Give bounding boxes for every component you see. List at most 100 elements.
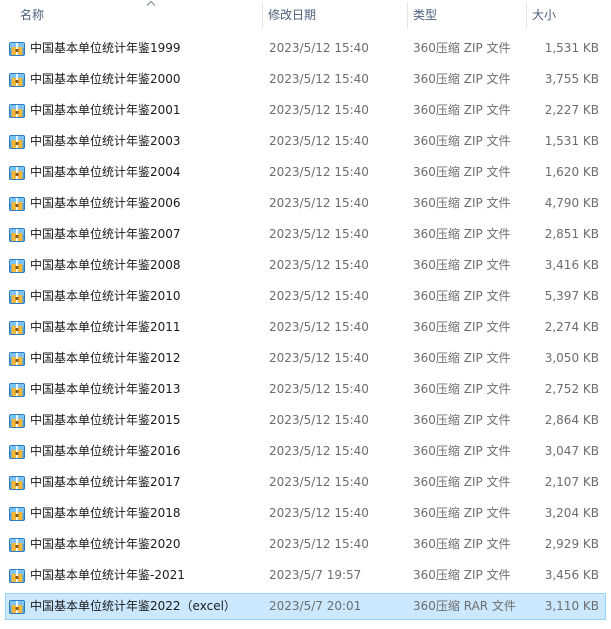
file-size: 3,456 KB — [544, 568, 599, 582]
column-header-size-label: 大小 — [532, 8, 557, 22]
file-row[interactable]: 中国基本单位统计年鉴2008 2023/5/12 15:40 360压缩 ZIP… — [5, 252, 606, 279]
file-type: 360压缩 ZIP 文件 — [413, 103, 511, 117]
file-name: 中国基本单位统计年鉴2001 — [30, 103, 181, 117]
file-row[interactable]: 中国基本单位统计年鉴2000 2023/5/12 15:40 360压缩 ZIP… — [5, 66, 606, 93]
file-type: 360压缩 ZIP 文件 — [413, 165, 511, 179]
file-modified-date: 2023/5/12 15:40 — [269, 475, 369, 489]
zip-archive-icon — [9, 228, 25, 242]
file-name: 中国基本单位统计年鉴2015 — [30, 413, 181, 427]
column-header-name[interactable]: 名称 — [15, 0, 262, 31]
file-row[interactable]: 中国基本单位统计年鉴2006 2023/5/12 15:40 360压缩 ZIP… — [5, 190, 606, 217]
file-modified-date: 2023/5/12 15:40 — [269, 72, 369, 86]
file-type: 360压缩 ZIP 文件 — [413, 289, 511, 303]
file-modified-date: 2023/5/12 15:40 — [269, 227, 369, 241]
file-row[interactable]: 中国基本单位统计年鉴2001 2023/5/12 15:40 360压缩 ZIP… — [5, 97, 606, 124]
file-type: 360压缩 ZIP 文件 — [413, 537, 511, 551]
column-header-type[interactable]: 类型 — [408, 0, 526, 31]
file-row[interactable]: 中国基本单位统计年鉴2004 2023/5/12 15:40 360压缩 ZIP… — [5, 159, 606, 186]
file-size: 3,047 KB — [544, 444, 599, 458]
file-name: 中国基本单位统计年鉴2003 — [30, 134, 181, 148]
file-name: 中国基本单位统计年鉴2012 — [30, 351, 181, 365]
file-size: 3,416 KB — [544, 258, 599, 272]
file-row[interactable]: 中国基本单位统计年鉴2017 2023/5/12 15:40 360压缩 ZIP… — [5, 469, 606, 496]
zip-archive-icon — [9, 600, 25, 614]
file-modified-date: 2023/5/12 15:40 — [269, 382, 369, 396]
file-type: 360压缩 ZIP 文件 — [413, 475, 511, 489]
file-type: 360压缩 ZIP 文件 — [413, 444, 511, 458]
file-row[interactable]: 中国基本单位统计年鉴2015 2023/5/12 15:40 360压缩 ZIP… — [5, 407, 606, 434]
file-size: 3,050 KB — [544, 351, 599, 365]
file-type: 360压缩 ZIP 文件 — [413, 506, 511, 520]
zip-archive-icon — [9, 73, 25, 87]
file-size: 2,274 KB — [544, 320, 599, 334]
file-name: 中国基本单位统计年鉴-2021 — [30, 568, 185, 582]
file-type: 360压缩 ZIP 文件 — [413, 382, 511, 396]
file-name: 中国基本单位统计年鉴1999 — [30, 41, 181, 55]
file-type: 360压缩 ZIP 文件 — [413, 196, 511, 210]
file-type: 360压缩 ZIP 文件 — [413, 134, 511, 148]
zip-archive-icon — [9, 197, 25, 211]
file-name: 中国基本单位统计年鉴2017 — [30, 475, 181, 489]
file-name: 中国基本单位统计年鉴2022（excel） — [30, 599, 236, 613]
column-header-date-label: 修改日期 — [268, 8, 317, 22]
file-size: 2,752 KB — [544, 382, 599, 396]
zip-archive-icon — [9, 507, 25, 521]
file-modified-date: 2023/5/12 15:40 — [269, 506, 369, 520]
zip-archive-icon — [9, 321, 25, 335]
file-row[interactable]: 中国基本单位统计年鉴2003 2023/5/12 15:40 360压缩 ZIP… — [5, 128, 606, 155]
file-modified-date: 2023/5/12 15:40 — [269, 351, 369, 365]
file-size: 2,929 KB — [544, 537, 599, 551]
file-size: 2,107 KB — [544, 475, 599, 489]
file-modified-date: 2023/5/12 15:40 — [269, 444, 369, 458]
file-name: 中国基本单位统计年鉴2010 — [30, 289, 181, 303]
zip-archive-icon — [9, 166, 25, 180]
file-row[interactable]: 中国基本单位统计年鉴2010 2023/5/12 15:40 360压缩 ZIP… — [5, 283, 606, 310]
file-row[interactable]: 中国基本单位统计年鉴-2021 2023/5/7 19:57 360压缩 ZIP… — [5, 562, 606, 589]
file-type: 360压缩 ZIP 文件 — [413, 351, 511, 365]
file-row[interactable]: 中国基本单位统计年鉴2011 2023/5/12 15:40 360压缩 ZIP… — [5, 314, 606, 341]
file-size: 4,790 KB — [544, 196, 599, 210]
zip-archive-icon — [9, 538, 25, 552]
file-row[interactable]: 中国基本单位统计年鉴2022（excel） 2023/5/7 20:01 360… — [5, 593, 606, 620]
column-header-name-label: 名称 — [20, 8, 45, 22]
file-name: 中国基本单位统计年鉴2006 — [30, 196, 181, 210]
file-name: 中国基本单位统计年鉴2007 — [30, 227, 181, 241]
column-header: 名称 修改日期 类型 大小 — [0, 0, 611, 31]
zip-archive-icon — [9, 42, 25, 56]
zip-archive-icon — [9, 383, 25, 397]
file-name: 中国基本单位统计年鉴2020 — [30, 537, 181, 551]
zip-archive-icon — [9, 259, 25, 273]
file-size: 1,620 KB — [544, 165, 599, 179]
file-type: 360压缩 RAR 文件 — [413, 599, 516, 613]
zip-archive-icon — [9, 569, 25, 583]
file-row[interactable]: 中国基本单位统计年鉴2020 2023/5/12 15:40 360压缩 ZIP… — [5, 531, 606, 558]
file-type: 360压缩 ZIP 文件 — [413, 258, 511, 272]
file-name: 中国基本单位统计年鉴2016 — [30, 444, 181, 458]
column-header-type-label: 类型 — [413, 8, 438, 22]
file-name: 中国基本单位统计年鉴2000 — [30, 72, 181, 86]
file-row[interactable]: 中国基本单位统计年鉴2012 2023/5/12 15:40 360压缩 ZIP… — [5, 345, 606, 372]
zip-archive-icon — [9, 445, 25, 459]
file-row[interactable]: 中国基本单位统计年鉴1999 2023/5/12 15:40 360压缩 ZIP… — [5, 35, 606, 62]
file-size: 3,755 KB — [544, 72, 599, 86]
column-header-size[interactable]: 大小 — [527, 0, 611, 31]
file-name: 中国基本单位统计年鉴2004 — [30, 165, 181, 179]
file-size: 5,397 KB — [544, 289, 599, 303]
file-modified-date: 2023/5/12 15:40 — [269, 196, 369, 210]
zip-archive-icon — [9, 476, 25, 490]
file-row[interactable]: 中国基本单位统计年鉴2018 2023/5/12 15:40 360压缩 ZIP… — [5, 500, 606, 527]
file-modified-date: 2023/5/12 15:40 — [269, 413, 369, 427]
file-modified-date: 2023/5/7 20:01 — [269, 599, 362, 613]
file-size: 1,531 KB — [544, 41, 599, 55]
file-modified-date: 2023/5/12 15:40 — [269, 41, 369, 55]
zip-archive-icon — [9, 352, 25, 366]
file-modified-date: 2023/5/12 15:40 — [269, 289, 369, 303]
file-type: 360压缩 ZIP 文件 — [413, 72, 511, 86]
file-row[interactable]: 中国基本单位统计年鉴2013 2023/5/12 15:40 360压缩 ZIP… — [5, 376, 606, 403]
file-modified-date: 2023/5/12 15:40 — [269, 165, 369, 179]
file-name: 中国基本单位统计年鉴2008 — [30, 258, 181, 272]
file-row[interactable]: 中国基本单位统计年鉴2016 2023/5/12 15:40 360压缩 ZIP… — [5, 438, 606, 465]
file-row[interactable]: 中国基本单位统计年鉴2007 2023/5/12 15:40 360压缩 ZIP… — [5, 221, 606, 248]
zip-archive-icon — [9, 290, 25, 304]
column-header-date[interactable]: 修改日期 — [263, 0, 407, 31]
